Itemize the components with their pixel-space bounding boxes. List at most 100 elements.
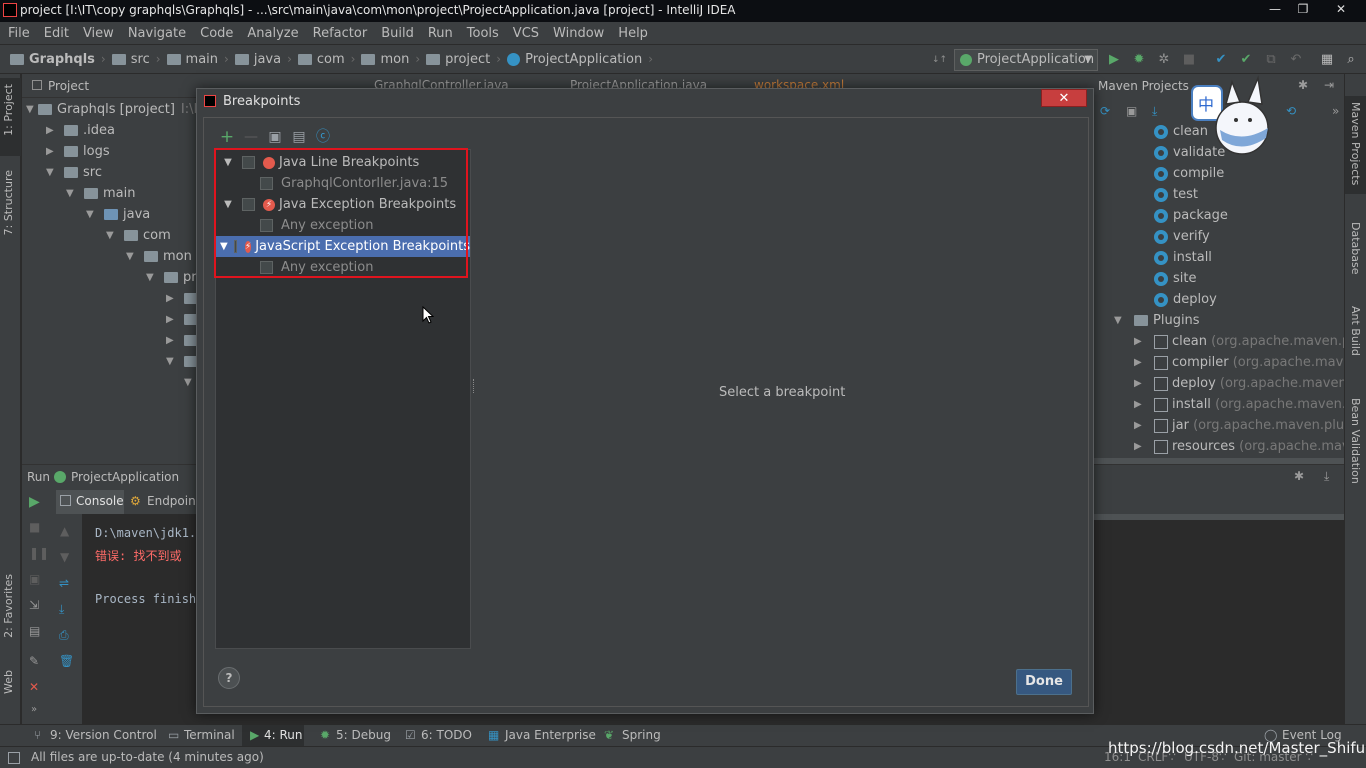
rerun-icon[interactable]: ▶: [29, 494, 40, 510]
settings-gear-icon[interactable]: ✱: [1298, 78, 1308, 92]
dialog-close-button[interactable]: ✕: [1041, 89, 1087, 107]
lifecycle-item[interactable]: package: [1154, 205, 1228, 226]
lifecycle-item[interactable]: install: [1154, 247, 1212, 268]
layout-icon[interactable]: ▤: [29, 624, 40, 638]
tool-tab-project[interactable]: 1: Project: [2, 84, 15, 136]
group-by-package-icon[interactable]: ▣: [267, 129, 283, 145]
tab-console[interactable]: Console: [76, 494, 124, 508]
help-button[interactable]: ?: [218, 667, 240, 689]
lifecycle-item[interactable]: test: [1154, 184, 1198, 205]
tool-tab-ant-build[interactable]: Ant Build: [1349, 306, 1362, 356]
close-icon[interactable]: ✕: [29, 680, 39, 694]
pause-icon[interactable]: ❚❚: [29, 546, 49, 560]
lifecycle-item[interactable]: verify: [1154, 226, 1210, 247]
tool-tab-run[interactable]: 4: Run: [264, 728, 303, 742]
tree-row-com[interactable]: ▼ com: [106, 225, 171, 246]
more-icon[interactable]: »: [1332, 104, 1339, 118]
menu-build[interactable]: Build: [381, 26, 414, 41]
breadcrumb-item[interactable]: Graphqls: [10, 52, 95, 67]
plugin-item[interactable]: ▶ install (org.apache.maven.plu: [1134, 394, 1366, 415]
menu-view[interactable]: View: [83, 26, 114, 41]
tab-endpoint[interactable]: Endpoint: [147, 494, 200, 508]
tree-row-idea[interactable]: ▶ .idea: [46, 120, 115, 141]
revert-icon[interactable]: ↶: [1289, 53, 1303, 67]
project-structure-icon[interactable]: ▦: [1320, 53, 1334, 67]
plugin-item[interactable]: ▶ resources (org.apache.maven: [1134, 436, 1366, 457]
tool-tab-todo[interactable]: 6: TODO: [421, 728, 472, 742]
menu-file[interactable]: File: [8, 26, 30, 41]
breadcrumb-item[interactable]: ProjectApplication: [507, 52, 642, 67]
up-arrow-icon[interactable]: ▲: [60, 524, 69, 538]
tree-row-src[interactable]: ▼ src: [46, 162, 102, 183]
lifecycle-item[interactable]: site: [1154, 268, 1196, 289]
tool-tab-spring[interactable]: Spring: [622, 728, 661, 742]
tool-tab-database[interactable]: Database: [1349, 222, 1362, 275]
breadcrumb-item[interactable]: project: [426, 52, 490, 67]
menu-vcs[interactable]: VCS: [513, 26, 539, 41]
menu-analyze[interactable]: Analyze: [247, 26, 298, 41]
window-close-button[interactable]: ✕: [1328, 1, 1354, 19]
plugin-item[interactable]: ▶ clean (org.apache.maven.plug: [1134, 331, 1366, 352]
maximize-button[interactable]: ❐: [1290, 1, 1316, 19]
menu-run[interactable]: Run: [428, 26, 453, 41]
tree-row-mon[interactable]: ▼ mon: [126, 246, 192, 267]
settings-gear-icon[interactable]: ✱: [1294, 469, 1304, 483]
add-breakpoint-button[interactable]: +: [219, 129, 235, 146]
menu-navigate[interactable]: Navigate: [128, 26, 186, 41]
breadcrumb-item[interactable]: java: [234, 52, 281, 67]
hide-panel-icon[interactable]: ⤓: [1324, 469, 1329, 484]
tree-row-main[interactable]: ▼ main: [66, 183, 135, 204]
coverage-icon[interactable]: ✲: [1157, 53, 1171, 67]
menu-refactor[interactable]: Refactor: [313, 26, 368, 41]
tool-tab-maven-projects[interactable]: Maven Projects: [1349, 102, 1362, 185]
done-button[interactable]: Done: [1016, 669, 1072, 695]
plugin-item[interactable]: ▶ deploy (org.apache.maven.pl: [1134, 373, 1363, 394]
console-scrollbar[interactable]: [1094, 514, 1344, 520]
add-maven-project-icon[interactable]: ▣: [1126, 104, 1137, 118]
tool-tab-java-enterprise[interactable]: Java Enterprise: [505, 728, 596, 742]
print-icon[interactable]: ⎙: [59, 628, 69, 643]
pin-icon[interactable]: ✎: [29, 654, 39, 668]
reimport-icon[interactable]: ⟳: [1100, 104, 1110, 118]
debug-icon[interactable]: ✹: [1132, 53, 1146, 67]
exit-icon[interactable]: ⇲: [29, 598, 39, 612]
menu-help[interactable]: Help: [618, 26, 648, 41]
tool-tab-version-control[interactable]: 9: Version Control: [50, 728, 157, 742]
tree-row-project[interactable]: ▼ pr: [146, 267, 197, 288]
tool-tab-favorites[interactable]: 2: Favorites: [2, 574, 15, 638]
tool-tab-debug[interactable]: 5: Debug: [336, 728, 391, 742]
tool-tab-web[interactable]: Web: [2, 670, 15, 694]
menu-tools[interactable]: Tools: [467, 26, 499, 41]
breadcrumb-item[interactable]: main: [166, 52, 218, 67]
tree-row-logs[interactable]: ▶ logs: [46, 141, 110, 162]
tree-row-root[interactable]: ▼ Graphqls [project] I:\I: [26, 99, 197, 120]
plugins-node[interactable]: ▼ Plugins: [1114, 310, 1200, 331]
scroll-to-end-icon[interactable]: ⤓: [59, 602, 64, 617]
group-by-file-icon[interactable]: ▤: [291, 129, 307, 145]
down-arrow-icon[interactable]: ▼: [60, 550, 69, 564]
toggle-skip-tests-icon[interactable]: ⟲: [1286, 104, 1296, 118]
download-sources-icon[interactable]: ⤓: [1152, 104, 1157, 119]
menu-edit[interactable]: Edit: [44, 26, 69, 41]
breadcrumb-item[interactable]: src: [111, 52, 150, 67]
tree-row[interactable]: ▼: [184, 372, 196, 393]
lifecycle-item[interactable]: compile: [1154, 163, 1224, 184]
camera-icon[interactable]: ▣: [29, 572, 40, 586]
hide-panel-icon[interactable]: ⇥: [1324, 78, 1334, 92]
breadcrumb-item[interactable]: com: [297, 52, 345, 67]
menu-window[interactable]: Window: [553, 26, 604, 41]
tree-row-java[interactable]: ▼ java: [86, 204, 150, 225]
search-icon[interactable]: ⌕: [1344, 53, 1358, 67]
more-icon[interactable]: »: [31, 704, 37, 715]
group-by-class-icon[interactable]: ⓒ: [315, 129, 331, 145]
soft-wrap-icon[interactable]: ⇌: [59, 576, 69, 590]
stop-icon[interactable]: ■: [29, 520, 40, 534]
sort-icon[interactable]: ↓↑: [932, 53, 947, 67]
lifecycle-item[interactable]: deploy: [1154, 289, 1217, 310]
run-configuration-select[interactable]: ProjectApplication ▼: [954, 49, 1098, 71]
toggle-tool-windows-icon[interactable]: [8, 752, 20, 764]
tool-tab-terminal[interactable]: Terminal: [184, 728, 235, 742]
trash-icon[interactable]: 🗑: [59, 654, 74, 668]
breadcrumb-item[interactable]: mon: [361, 52, 409, 67]
minimize-button[interactable]: —: [1262, 1, 1288, 19]
